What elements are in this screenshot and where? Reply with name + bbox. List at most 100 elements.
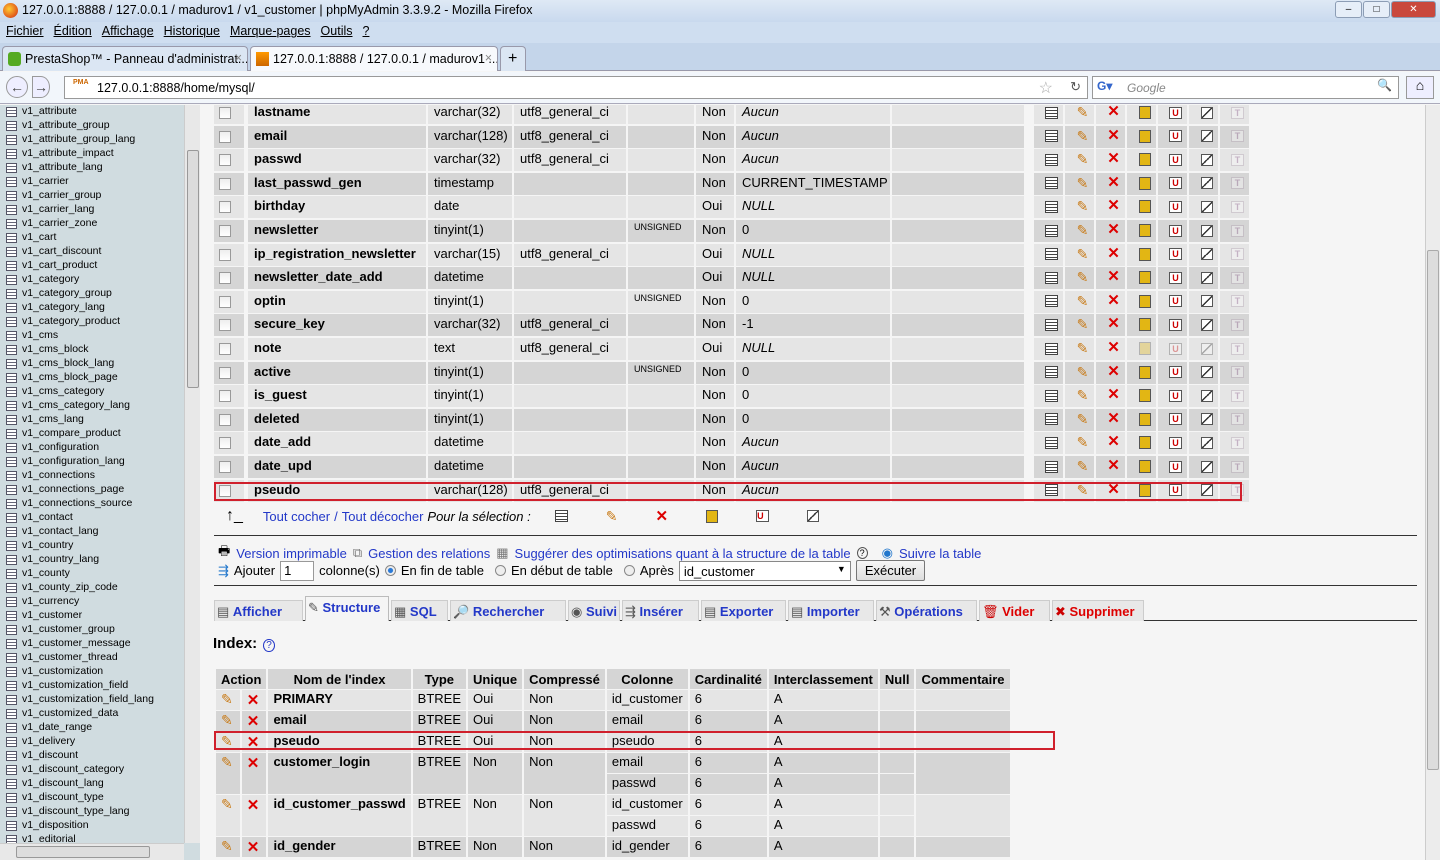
primary-key-icon[interactable]: [1138, 389, 1151, 403]
drop-icon[interactable]: ✕: [1107, 433, 1120, 450]
relations-link[interactable]: Gestion des relations: [368, 546, 490, 561]
sidebar-table-v1-attribute-lang[interactable]: v1_attribute_lang: [6, 161, 103, 175]
browse-icon[interactable]: [1045, 366, 1058, 379]
fulltext-icon[interactable]: T: [1231, 200, 1244, 213]
browse-icon[interactable]: [554, 510, 568, 522]
row-checkbox[interactable]: [219, 107, 231, 119]
sidebar-table-v1-country[interactable]: v1_country: [6, 539, 73, 553]
fulltext-icon[interactable]: T: [1231, 342, 1244, 355]
drop-icon[interactable]: ✕: [1107, 174, 1120, 191]
row-checkbox[interactable]: [219, 248, 231, 261]
tab-exporter[interactable]: ▤ Exporter: [701, 600, 786, 621]
sidebar-table-v1-connections[interactable]: v1_connections: [6, 469, 95, 483]
edit-icon[interactable]: ✎: [1077, 293, 1089, 309]
edit-icon[interactable]: ✎: [221, 838, 233, 854]
edit-icon[interactable]: ✎: [1077, 316, 1089, 332]
primary-key-icon[interactable]: [1138, 318, 1151, 332]
edit-icon[interactable]: ✎: [221, 754, 233, 770]
index-icon[interactable]: [1200, 271, 1213, 284]
browse-icon[interactable]: [1045, 153, 1058, 166]
new-tab-button[interactable]: +: [500, 46, 526, 71]
browse-icon[interactable]: [1045, 295, 1058, 308]
row-checkbox[interactable]: [219, 130, 231, 143]
browser-tab-phpmyadmin[interactable]: 127.0.0.1:8888 / 127.0.0.1 / madurov1 ..…: [250, 46, 498, 71]
drop-icon[interactable]: ✕: [1107, 339, 1120, 356]
sidebar-table-v1-carrier-lang[interactable]: v1_carrier_lang: [6, 203, 94, 217]
tab-structure[interactable]: ✎ Structure: [305, 596, 389, 621]
edit-icon[interactable]: ✎: [1077, 434, 1089, 450]
drop-icon[interactable]: ✕: [1107, 315, 1120, 332]
menu-help[interactable]: ?: [363, 24, 370, 41]
row-checkbox[interactable]: [219, 413, 231, 426]
unique-icon[interactable]: U: [1169, 318, 1182, 331]
sidebar-hscroll-thumb[interactable]: [16, 846, 150, 858]
sidebar-table-v1-cart-product[interactable]: v1_cart_product: [6, 259, 97, 273]
drop-icon[interactable]: ✕: [1107, 457, 1120, 474]
menu-fichier[interactable]: Fichier: [6, 24, 44, 41]
tab-suivi[interactable]: ◉ Suivi: [568, 600, 620, 621]
tab-inserer[interactable]: ⇶ Insérer: [622, 600, 699, 621]
index-icon[interactable]: [1200, 106, 1213, 119]
tab-supprimer[interactable]: ✖ Supprimer: [1052, 600, 1144, 621]
primary-key-icon[interactable]: [1138, 365, 1151, 379]
row-checkbox[interactable]: [219, 390, 231, 403]
primary-key-icon[interactable]: [1138, 460, 1151, 474]
sidebar-table-v1-attribute[interactable]: v1_attribute: [6, 105, 77, 119]
fulltext-icon[interactable]: T: [1231, 130, 1244, 143]
unique-icon[interactable]: U: [1169, 389, 1182, 402]
sidebar-table-v1-cms-category[interactable]: v1_cms_category: [6, 385, 104, 399]
sidebar-table-v1-connections-page[interactable]: v1_connections_page: [6, 483, 124, 497]
browse-icon[interactable]: [1045, 200, 1058, 213]
sidebar-table-v1-attribute-group-lang[interactable]: v1_attribute_group_lang: [6, 133, 135, 147]
sidebar-table-v1-customization-field-lang[interactable]: v1_customization_field_lang: [6, 693, 154, 707]
browse-icon[interactable]: [1045, 436, 1058, 449]
tab-sql[interactable]: ▦ SQL: [391, 600, 448, 621]
unique-icon[interactable]: U: [1169, 200, 1182, 213]
index-icon[interactable]: [807, 510, 820, 522]
sidebar-table-v1-customer-thread[interactable]: v1_customer_thread: [6, 651, 118, 665]
index-icon[interactable]: [1200, 177, 1213, 190]
unique-icon[interactable]: U: [1169, 248, 1182, 261]
unique-icon[interactable]: U: [1169, 366, 1182, 379]
row-checkbox[interactable]: [219, 272, 231, 285]
browse-icon[interactable]: [1045, 177, 1058, 190]
sidebar-table-v1-carrier[interactable]: v1_carrier: [6, 175, 69, 189]
index-icon[interactable]: [1200, 342, 1213, 355]
sidebar-table-v1-carrier-group[interactable]: v1_carrier_group: [6, 189, 101, 203]
primary-key-icon[interactable]: [1138, 247, 1151, 261]
edit-icon[interactable]: ✎: [1077, 340, 1089, 356]
sidebar-table-v1-connections-source[interactable]: v1_connections_source: [6, 497, 132, 511]
uncheck-all-link[interactable]: Tout décocher: [342, 509, 424, 524]
sidebar-table-v1-customization[interactable]: v1_customization: [6, 665, 103, 679]
browse-icon[interactable]: [1045, 460, 1058, 473]
drop-icon[interactable]: ✕: [247, 755, 260, 772]
search-box[interactable]: G▾ Google 🔍: [1092, 76, 1399, 99]
sidebar-table-v1-discount-category[interactable]: v1_discount_category: [6, 763, 124, 777]
tab-afficher[interactable]: ▤ Afficher: [214, 600, 303, 621]
unique-icon[interactable]: U: [1169, 436, 1182, 449]
edit-icon[interactable]: ✎: [1077, 269, 1089, 285]
tab-close-icon[interactable]: ×: [235, 51, 242, 65]
primary-key-icon[interactable]: [1138, 436, 1151, 450]
primary-key-icon[interactable]: [1138, 176, 1151, 190]
index-icon[interactable]: [1200, 153, 1213, 166]
sidebar-table-v1-attribute-impact[interactable]: v1_attribute_impact: [6, 147, 114, 161]
index-icon[interactable]: [1200, 200, 1213, 213]
drop-icon[interactable]: ✕: [1107, 268, 1120, 285]
primary-key-icon[interactable]: [1138, 224, 1151, 238]
primary-key-icon[interactable]: [1138, 412, 1151, 426]
primary-key-icon[interactable]: [1138, 200, 1151, 214]
index-icon[interactable]: [1200, 318, 1213, 331]
index-icon[interactable]: [1200, 295, 1213, 308]
fulltext-icon[interactable]: T: [1231, 106, 1244, 119]
browse-icon[interactable]: [1045, 224, 1058, 237]
sidebar-table-v1-compare-product[interactable]: v1_compare_product: [6, 427, 121, 441]
index-icon[interactable]: [1200, 413, 1213, 426]
row-checkbox[interactable]: [219, 319, 231, 332]
edit-icon[interactable]: ✎: [1077, 105, 1089, 120]
sidebar-table-v1-cms-lang[interactable]: v1_cms_lang: [6, 413, 84, 427]
index-icon[interactable]: [1200, 248, 1213, 261]
search-icon[interactable]: 🔍: [1377, 78, 1392, 92]
edit-icon[interactable]: ✎: [606, 508, 618, 525]
drop-icon[interactable]: ✕: [1107, 363, 1120, 380]
